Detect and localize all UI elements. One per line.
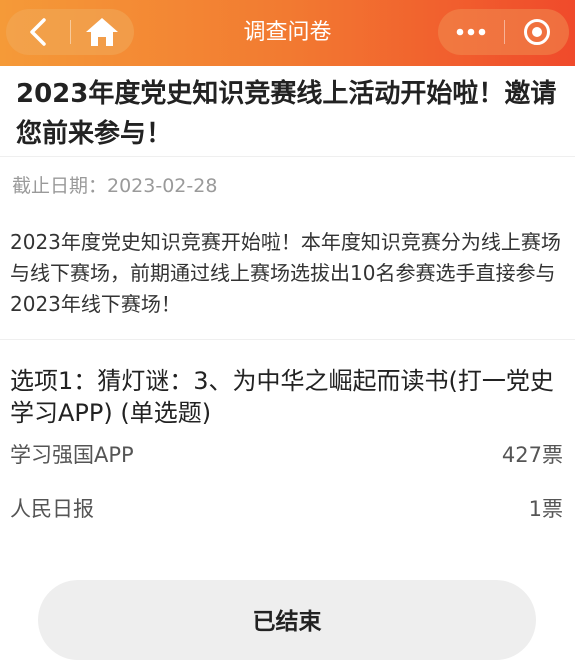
home-button[interactable] [70,9,134,55]
home-icon [86,18,118,46]
back-button[interactable] [6,9,70,55]
ended-button-label: 已结束 [252,609,322,635]
option-vote-count: 427票 [501,443,563,467]
divider [0,339,575,340]
more-button[interactable] [438,9,504,55]
more-dots-icon [456,28,486,36]
close-miniprogram-button[interactable] [504,9,569,55]
target-circle-icon [523,19,550,45]
option-label[interactable]: 人民日报 [10,494,94,524]
page-title: 调查问卷 [243,20,332,45]
option-label[interactable]: 学习强国APP [10,440,134,470]
navigation-bar: 调查问卷 [0,0,575,66]
survey-description: 2023年度党史知识竞赛开始啦！本年度知识竞赛分为线上赛场与线下赛场，前期通过线… [10,230,561,316]
survey-title: 2023年度党史知识竞赛线上活动开始啦！邀请您前来参与！ [16,79,557,149]
option-vote-count: 1票 [528,497,563,521]
chevron-left-icon [30,18,46,46]
ended-button[interactable]: 已结束 [38,580,536,660]
divider [0,156,575,157]
deadline-text: 截止日期：2023-02-28 [12,175,218,197]
question-text: 选项1：猜灯谜：3、为中华之崛起而读书(打一党史学习APP) (单选题) [10,367,554,427]
nav-right-capsule [438,9,569,55]
nav-left-capsule [6,9,134,55]
